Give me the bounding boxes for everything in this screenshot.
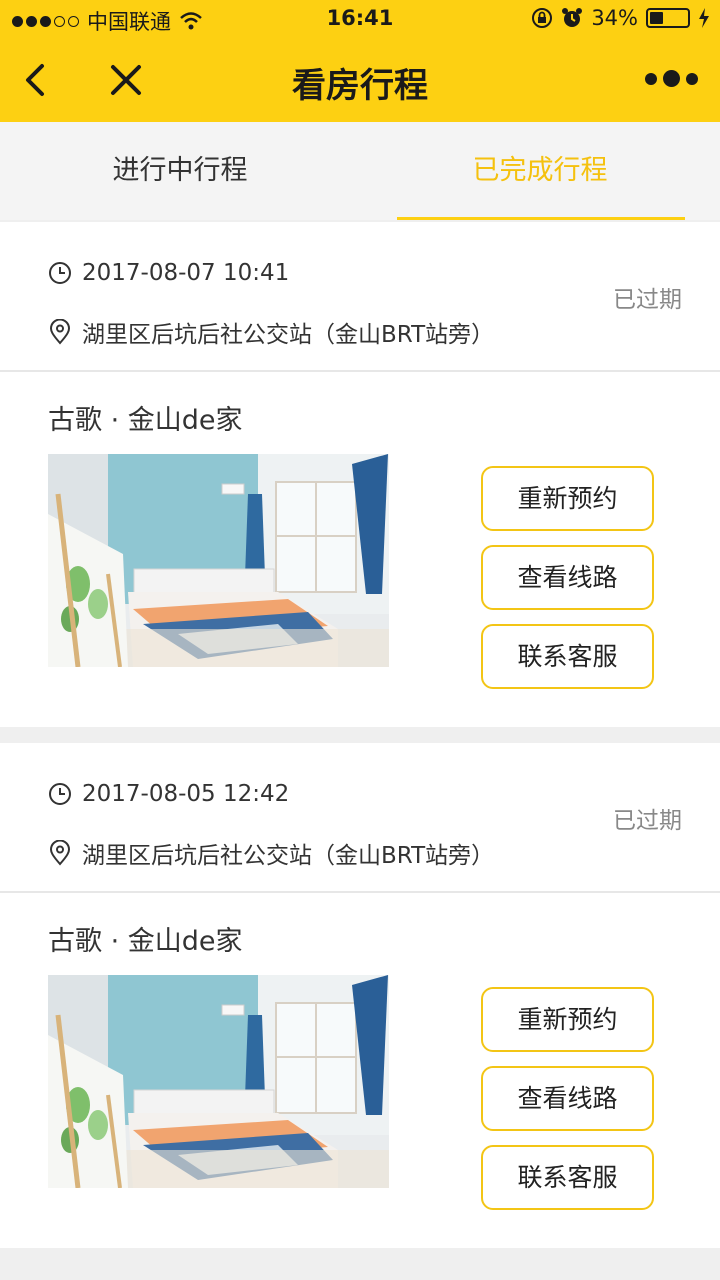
alarm-icon [562,8,583,27]
trip-location: 湖里区后坑后社公交站（金山BRT站旁） [82,322,495,348]
trip-location-row: 湖里区后坑后社公交站（金山BRT站旁） [48,836,494,870]
view-route-button[interactable]: 查看线路 [481,545,654,610]
battery-percent: 34% [591,6,638,30]
status-badge: 已过期 [613,808,682,834]
trip-card: 2017-08-05 12:42 湖里区后坑后社公交站（金山BRT站旁） 已过期… [0,743,720,1248]
clock-icon [49,262,71,284]
contact-service-button[interactable]: 联系客服 [481,1145,654,1210]
tab-completed[interactable]: 已完成行程 [360,122,720,220]
house-name: 古歌 · 金山de家 [48,405,243,436]
view-route-button[interactable]: 查看线路 [481,1066,654,1131]
trip-card-header: 2017-08-07 10:41 湖里区后坑后社公交站（金山BRT站旁） 已过期 [0,222,720,372]
trip-card: 2017-08-07 10:41 湖里区后坑后社公交站（金山BRT站旁） 已过期… [0,222,720,727]
status-right: 34% [531,6,710,30]
more-icon[interactable] [645,70,698,87]
trip-location-row: 湖里区后坑后社公交站（金山BRT站旁） [48,315,494,349]
top-bar: 中国联通 16:41 34% 看房行程 [0,0,720,122]
trip-time-row: 2017-08-07 10:41 [48,260,289,286]
trip-card-body: 古歌 · 金山de家 重新预约 查看线路 联系客服 [0,372,720,727]
clock-icon [49,783,71,805]
rebook-button[interactable]: 重新预约 [481,466,654,531]
tab-ongoing[interactable]: 进行中行程 [0,122,360,220]
house-name: 古歌 · 金山de家 [48,926,243,957]
room-photo[interactable] [48,975,389,1188]
rotation-lock-icon [532,8,553,28]
trip-datetime: 2017-08-05 12:42 [82,781,290,807]
trip-datetime: 2017-08-07 10:41 [82,260,290,286]
room-photo[interactable] [48,454,389,667]
trip-time-row: 2017-08-05 12:42 [48,781,289,807]
status-bar: 中国联通 16:41 34% [0,0,720,40]
trip-card-body: 古歌 · 金山de家 重新预约 查看线路 联系客服 [0,893,720,1248]
trip-tabs: 进行中行程 已完成行程 [0,122,720,220]
contact-service-button[interactable]: 联系客服 [481,624,654,689]
battery-icon [646,8,690,28]
trip-card-header: 2017-08-05 12:42 湖里区后坑后社公交站（金山BRT站旁） 已过期 [0,743,720,893]
location-pin-icon [49,840,71,866]
location-pin-icon [49,319,71,345]
rebook-button[interactable]: 重新预约 [481,987,654,1052]
status-badge: 已过期 [613,287,682,313]
page-title: 看房行程 [292,66,428,106]
nav-bar: 看房行程 [0,40,720,122]
trip-location: 湖里区后坑后社公交站（金山BRT站旁） [82,843,495,869]
charging-icon [699,8,709,28]
active-tab-indicator [397,217,685,220]
